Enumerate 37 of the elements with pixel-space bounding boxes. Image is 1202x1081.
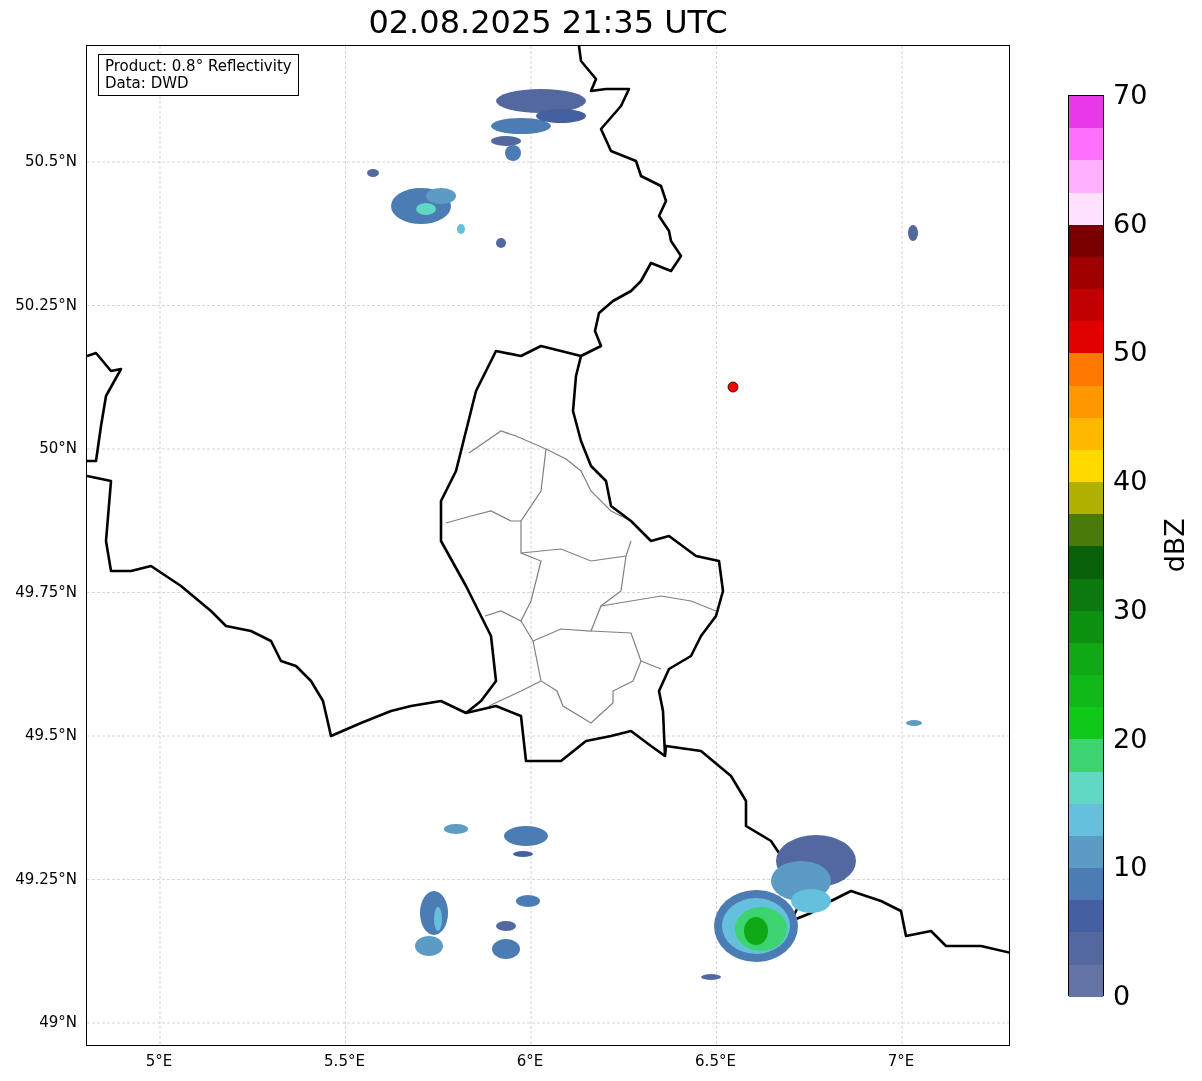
longitude-label: 6°E bbox=[516, 1052, 544, 1070]
radar-site-marker bbox=[727, 381, 739, 393]
colorbar-tick-label: 30 bbox=[1113, 594, 1148, 625]
info-text: Data: DWD bbox=[105, 75, 190, 92]
colorbar-tick-label: 10 bbox=[1113, 852, 1148, 883]
latitude-label: 50.25°N bbox=[15, 295, 77, 314]
radar-echo bbox=[367, 169, 379, 177]
latitude-label: 49.5°N bbox=[24, 726, 77, 744]
radar-echo bbox=[513, 851, 533, 857]
longitude-label: 6.5°E bbox=[695, 1052, 736, 1070]
latitude-label: 50°N bbox=[39, 439, 77, 457]
colorbar-label: dBZ bbox=[1157, 518, 1191, 573]
colorbar-tick-label: 50 bbox=[1113, 337, 1148, 368]
radar-echo bbox=[496, 921, 516, 931]
latitude-label: 49.75°N bbox=[15, 582, 77, 601]
colorbar-tick-label: 60 bbox=[1113, 208, 1148, 239]
longitude-label: 5.5°E bbox=[324, 1052, 365, 1070]
radar-echo bbox=[504, 826, 548, 846]
radar-echo bbox=[415, 891, 448, 956]
latitude-label: 49°N bbox=[39, 1013, 77, 1031]
colorbar-tick-label: 40 bbox=[1113, 466, 1148, 497]
radar-echo bbox=[444, 824, 468, 834]
radar-echo bbox=[701, 974, 721, 980]
latitude-label: 49.25°N bbox=[15, 869, 77, 888]
radar-echo bbox=[516, 895, 540, 907]
longitude-label: 7°E bbox=[887, 1052, 915, 1070]
colorbar-tick-label: 20 bbox=[1113, 723, 1148, 754]
radar-echo bbox=[492, 939, 520, 959]
latitude-label: 50.5°N bbox=[24, 152, 77, 170]
longitude-label: 5°E bbox=[145, 1052, 173, 1070]
colorbar-tick-label: 0 bbox=[1113, 981, 1131, 1011]
radar-echo bbox=[908, 225, 918, 241]
chart-title: 02.08.2025 21:35 UTC bbox=[367, 2, 729, 43]
radar-echo bbox=[496, 238, 506, 248]
colorbar-tick-label: 70 bbox=[1113, 80, 1148, 110]
radar-echo bbox=[906, 720, 922, 726]
info-text: Product: 0.8° Reflectivity bbox=[105, 58, 292, 75]
